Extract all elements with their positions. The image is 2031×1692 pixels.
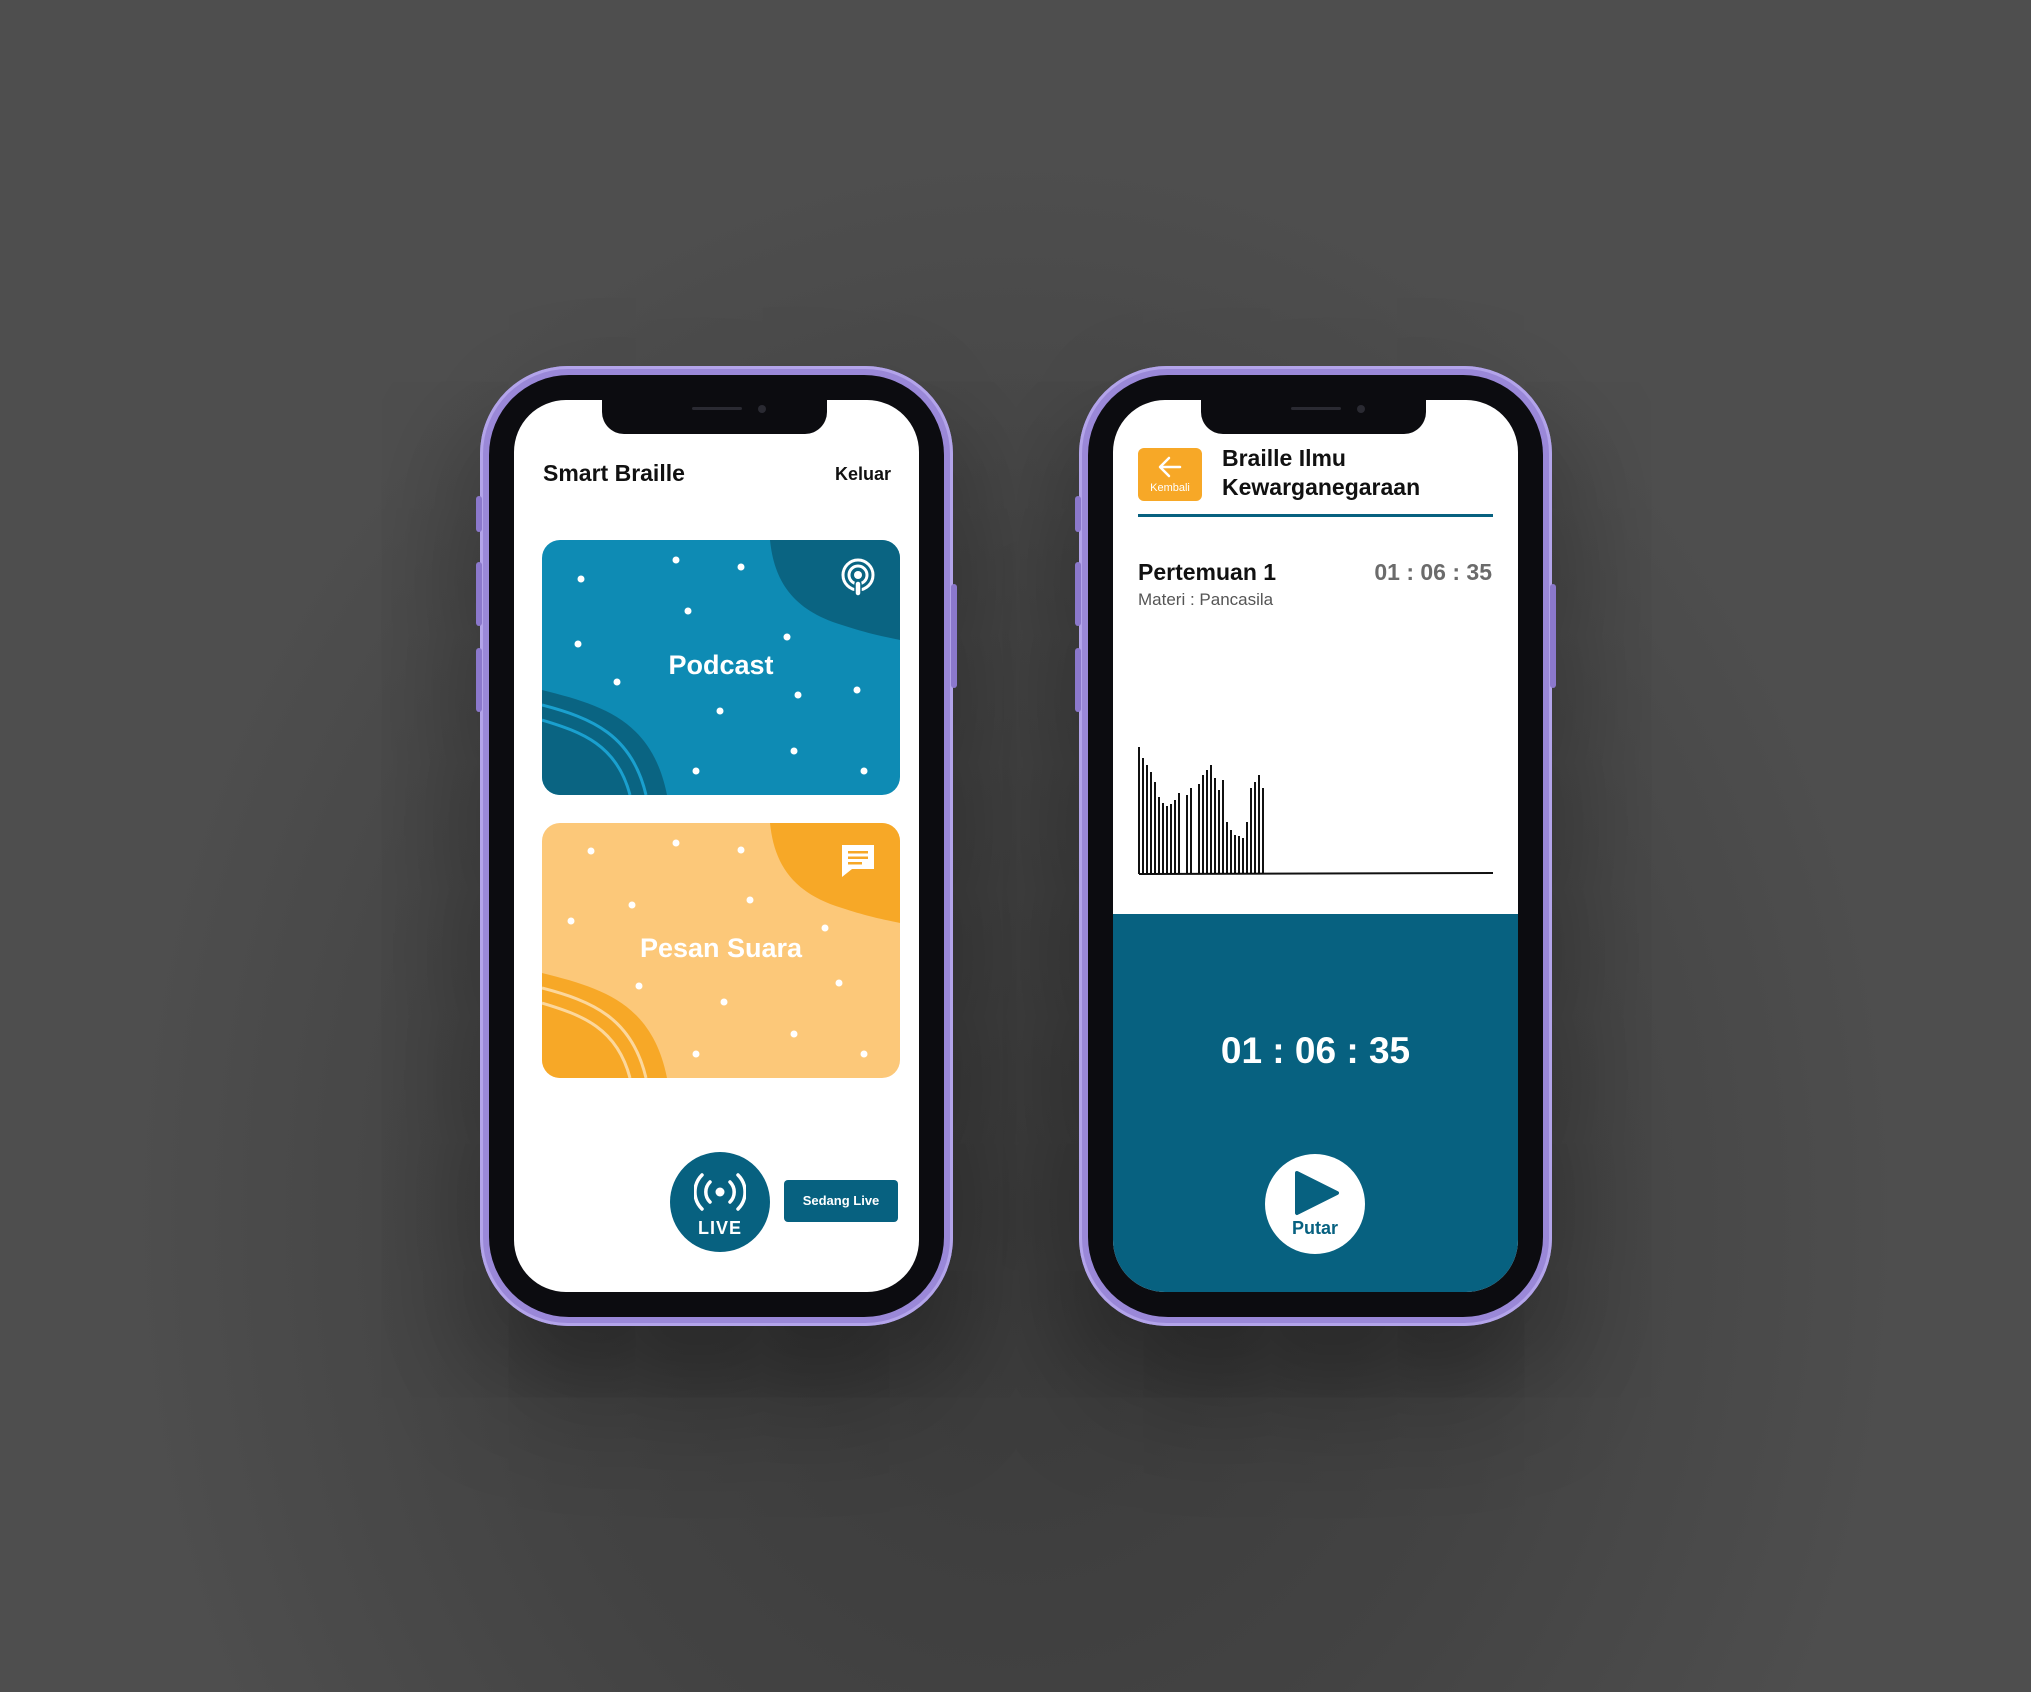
logout-button[interactable]: Keluar <box>835 464 891 485</box>
notch <box>602 400 827 434</box>
voice-message-card-label: Pesan Suara <box>639 933 803 963</box>
phone-power-button <box>1550 584 1556 688</box>
playback-panel: 01 : 06 : 35 Putar <box>1113 914 1518 1292</box>
phone-volume-down <box>1075 648 1081 712</box>
play-button[interactable]: Putar <box>1265 1154 1365 1254</box>
play-icon <box>1295 1171 1339 1215</box>
message-icon <box>842 845 874 877</box>
session-duration: 01 : 06 : 35 <box>1374 559 1492 585</box>
back-button[interactable]: Kembali <box>1138 448 1202 501</box>
app-title: Smart Braille <box>543 460 685 486</box>
current-time: 01 : 06 : 35 <box>1220 1030 1411 1071</box>
phone-mute-switch <box>476 496 482 532</box>
live-button-label: LIVE <box>697 1218 742 1238</box>
voice-message-card[interactable]: Pesan Suara <box>542 823 900 1078</box>
header-divider <box>1138 514 1493 517</box>
background <box>0 0 2031 1692</box>
arrow-left-icon <box>1158 456 1182 478</box>
phone-volume-down <box>476 648 482 712</box>
notch <box>1201 400 1426 434</box>
live-button[interactable]: LIVE <box>670 1152 770 1252</box>
phone-player: Kembali Braille Ilmu Kewarganegaraan Per… <box>1075 366 1556 1326</box>
session-title: Pertemuan 1 <box>1138 559 1277 585</box>
course-title: Braille Ilmu Kewarganegaraan <box>1222 445 1421 500</box>
audio-waveform <box>1138 747 1494 875</box>
podcast-card[interactable]: Podcast <box>542 540 900 795</box>
back-button-label: Kembali <box>1150 482 1190 494</box>
broadcast-icon <box>694 1173 746 1211</box>
podcast-card-label: Podcast <box>668 650 774 680</box>
phone-mute-switch <box>1075 496 1081 532</box>
phone-power-button <box>951 584 957 688</box>
session-subject: Materi : Pancasila <box>1138 590 1274 609</box>
phone-volume-up <box>1075 562 1081 626</box>
live-status-button[interactable]: Sedang Live <box>784 1180 898 1222</box>
phone-volume-up <box>476 562 482 626</box>
home-screen: Smart Braille Keluar Podcast Pesan Suara… <box>514 400 919 1292</box>
play-button-label: Putar <box>1291 1218 1338 1238</box>
podcast-icon <box>841 558 875 597</box>
player-screen: Kembali Braille Ilmu Kewarganegaraan Per… <box>1113 400 1518 1292</box>
phone-home: Smart Braille Keluar Podcast Pesan Suara… <box>476 366 957 1326</box>
